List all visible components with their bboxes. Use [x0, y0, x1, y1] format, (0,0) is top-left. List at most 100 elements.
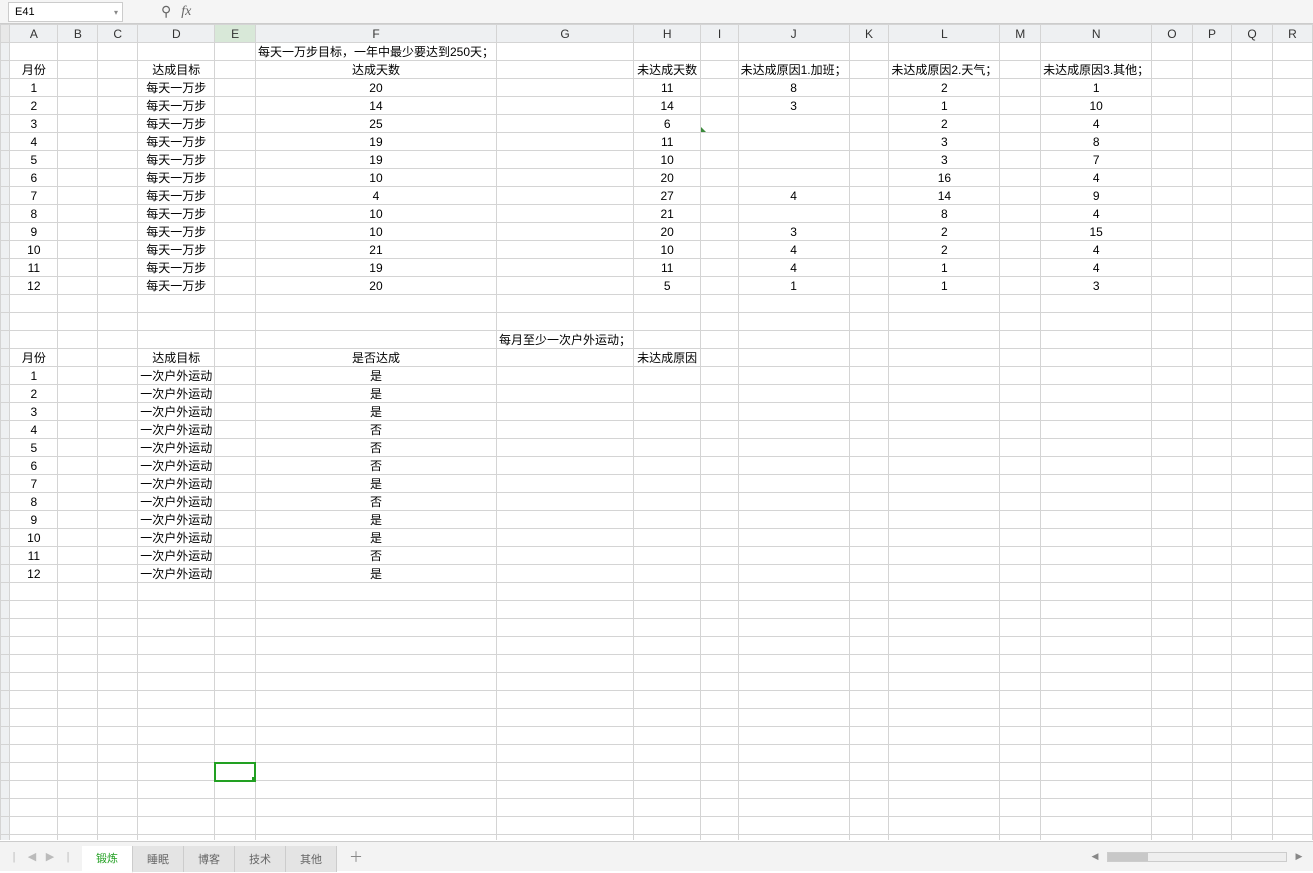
cell[interactable]: 8	[889, 205, 1000, 223]
cell[interactable]	[1000, 637, 1041, 655]
cell[interactable]	[1000, 241, 1041, 259]
cell[interactable]	[98, 403, 138, 421]
cell[interactable]	[1272, 403, 1312, 421]
cell[interactable]	[1041, 493, 1152, 511]
cell[interactable]	[1000, 277, 1041, 295]
cell[interactable]	[58, 583, 98, 601]
cell[interactable]	[215, 439, 256, 457]
cell[interactable]: 一次户外运动	[138, 511, 215, 529]
cell[interactable]	[1232, 61, 1272, 79]
cell[interactable]	[701, 475, 738, 493]
cell[interactable]	[497, 655, 634, 673]
cell[interactable]	[255, 835, 496, 841]
cell[interactable]: 2	[889, 79, 1000, 97]
cell[interactable]	[849, 169, 889, 187]
cell[interactable]	[1152, 151, 1192, 169]
cell[interactable]	[215, 97, 256, 115]
col-header-O[interactable]: O	[1152, 25, 1192, 43]
col-header-K[interactable]: K	[849, 25, 889, 43]
row-header[interactable]	[1, 295, 10, 313]
cell[interactable]	[1000, 835, 1041, 841]
cell[interactable]	[10, 637, 58, 655]
cell[interactable]	[1192, 295, 1232, 313]
cell[interactable]	[255, 691, 496, 709]
cell[interactable]	[1232, 547, 1272, 565]
cell[interactable]	[1152, 169, 1192, 187]
cell[interactable]	[701, 691, 738, 709]
cell[interactable]	[701, 583, 738, 601]
cell[interactable]	[701, 817, 738, 835]
cell[interactable]	[1192, 529, 1232, 547]
cell[interactable]	[849, 727, 889, 745]
cell[interactable]	[98, 241, 138, 259]
cell[interactable]: 每天一万步	[138, 97, 215, 115]
cell[interactable]	[701, 313, 738, 331]
cell[interactable]	[701, 61, 738, 79]
row-header[interactable]	[1, 493, 10, 511]
cell[interactable]	[738, 43, 849, 61]
cell[interactable]	[1192, 349, 1232, 367]
cell[interactable]: 1	[889, 259, 1000, 277]
cell[interactable]	[58, 385, 98, 403]
cell[interactable]	[215, 295, 256, 313]
col-header-F[interactable]: F	[255, 25, 496, 43]
cell[interactable]	[701, 97, 738, 115]
cell[interactable]	[1152, 385, 1192, 403]
cell[interactable]	[1272, 457, 1312, 475]
col-header-H[interactable]: H	[634, 25, 701, 43]
cell[interactable]	[1192, 187, 1232, 205]
cell[interactable]	[58, 349, 98, 367]
cell[interactable]	[98, 295, 138, 313]
cell[interactable]	[10, 655, 58, 673]
cell[interactable]	[215, 187, 256, 205]
col-header-R[interactable]: R	[1272, 25, 1312, 43]
cell[interactable]	[215, 79, 256, 97]
cell[interactable]	[10, 691, 58, 709]
cell[interactable]	[1000, 169, 1041, 187]
cell[interactable]	[1000, 709, 1041, 727]
cell[interactable]	[1192, 547, 1232, 565]
cell[interactable]	[738, 457, 849, 475]
cell[interactable]	[889, 583, 1000, 601]
cell[interactable]	[1041, 511, 1152, 529]
cell[interactable]: 每天一万步	[138, 79, 215, 97]
cell[interactable]	[701, 655, 738, 673]
cell[interactable]	[1232, 781, 1272, 799]
cell[interactable]	[255, 817, 496, 835]
cell[interactable]	[98, 115, 138, 133]
cell[interactable]	[701, 637, 738, 655]
tab-nav-next-icon[interactable]: ▶	[42, 849, 58, 865]
cell[interactable]	[215, 745, 256, 763]
cell[interactable]	[1232, 745, 1272, 763]
cell[interactable]	[58, 79, 98, 97]
cell[interactable]	[1272, 727, 1312, 745]
cell[interactable]	[497, 619, 634, 637]
cell[interactable]	[215, 547, 256, 565]
cell[interactable]	[1041, 475, 1152, 493]
cell[interactable]	[738, 637, 849, 655]
row-header[interactable]	[1, 187, 10, 205]
cell[interactable]	[1041, 529, 1152, 547]
cell[interactable]	[889, 421, 1000, 439]
cell[interactable]	[98, 781, 138, 799]
cell[interactable]	[701, 439, 738, 457]
cell[interactable]	[58, 205, 98, 223]
cell[interactable]	[1041, 349, 1152, 367]
cell[interactable]	[1192, 457, 1232, 475]
row-header[interactable]	[1, 223, 10, 241]
cell[interactable]: 达成目标	[138, 349, 215, 367]
cell[interactable]	[1192, 655, 1232, 673]
cell[interactable]	[1272, 601, 1312, 619]
cell[interactable]	[1272, 673, 1312, 691]
row-header[interactable]	[1, 169, 10, 187]
cell[interactable]	[255, 799, 496, 817]
cell[interactable]	[701, 349, 738, 367]
cell[interactable]	[215, 565, 256, 583]
cell[interactable]: 5	[10, 439, 58, 457]
cell[interactable]: 3	[10, 403, 58, 421]
cell[interactable]	[497, 493, 634, 511]
cell[interactable]: 10	[634, 151, 701, 169]
cell[interactable]	[701, 205, 738, 223]
cell[interactable]	[1272, 529, 1312, 547]
cell[interactable]: 每天一万步	[138, 277, 215, 295]
